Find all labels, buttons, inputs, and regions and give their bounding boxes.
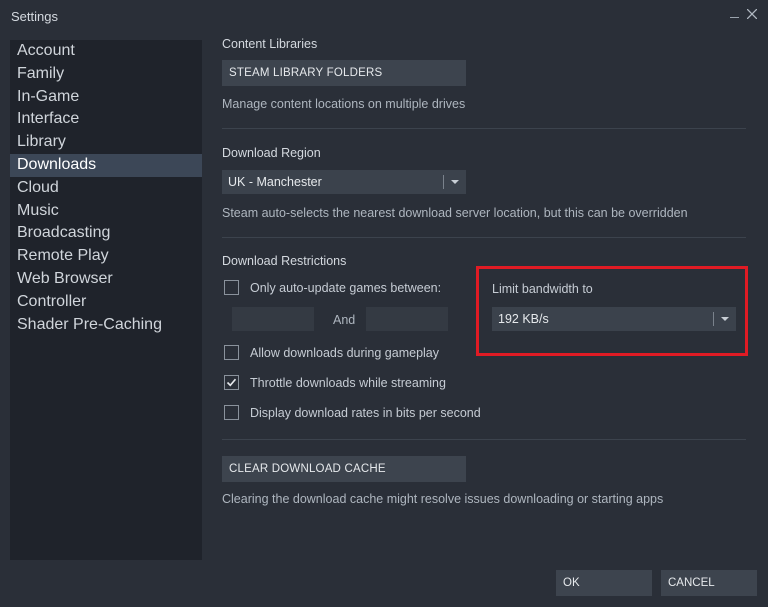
sidebar-item-controller[interactable]: Controller	[10, 291, 202, 314]
title-bar: Settings	[0, 0, 768, 32]
auto-update-start-time[interactable]	[232, 307, 314, 331]
content-libraries-heading: Content Libraries	[222, 37, 318, 51]
minimize-button[interactable]	[726, 6, 742, 22]
window-title: Settings	[11, 9, 58, 24]
sidebar-item-family[interactable]: Family	[10, 63, 202, 86]
auto-update-checkbox[interactable]	[224, 280, 239, 295]
bits-label: Display download rates in bits per secon…	[250, 406, 481, 420]
and-label: And	[333, 313, 356, 327]
download-region-description: Steam auto-selects the nearest download …	[222, 206, 688, 220]
select-divider	[443, 175, 444, 189]
ok-button[interactable]: OK	[556, 570, 652, 596]
chevron-down-icon	[451, 180, 459, 184]
close-button[interactable]	[744, 6, 760, 22]
sidebar-item-remote-play[interactable]: Remote Play	[10, 245, 202, 268]
highlight-box	[476, 266, 748, 356]
download-region-value: UK - Manchester	[228, 175, 322, 189]
sidebar-item-cloud[interactable]: Cloud	[10, 177, 202, 200]
allow-gameplay-label: Allow downloads during gameplay	[250, 346, 440, 360]
throttle-checkbox[interactable]	[224, 375, 239, 390]
download-restrictions-heading: Download Restrictions	[222, 254, 347, 268]
content-libraries-description: Manage content locations on multiple dri…	[222, 97, 466, 111]
sidebar-item-account[interactable]: Account	[10, 40, 202, 63]
sidebar-item-in-game[interactable]: In-Game	[10, 86, 202, 109]
checkmark-icon	[226, 378, 237, 387]
bits-checkbox[interactable]	[224, 405, 239, 420]
sidebar-item-shader-pre-caching[interactable]: Shader Pre-Caching	[10, 314, 202, 337]
sidebar-item-interface[interactable]: Interface	[10, 108, 202, 131]
clear-download-cache-button[interactable]: CLEAR DOWNLOAD CACHE	[222, 456, 466, 482]
sidebar-item-downloads[interactable]: Downloads	[10, 153, 202, 177]
minimize-icon	[729, 17, 739, 18]
sidebar-item-music[interactable]: Music	[10, 200, 202, 223]
sidebar-item-web-browser[interactable]: Web Browser	[10, 268, 202, 291]
download-region-select[interactable]: UK - Manchester	[222, 170, 466, 194]
close-icon	[747, 9, 757, 19]
settings-sidebar: Account Family In-Game Interface Library…	[10, 40, 202, 560]
auto-update-end-time[interactable]	[366, 307, 448, 331]
section-divider	[222, 237, 746, 238]
cancel-button[interactable]: CANCEL	[661, 570, 757, 596]
section-divider	[222, 128, 746, 129]
cache-description: Clearing the download cache might resolv…	[222, 492, 664, 506]
section-divider	[222, 439, 746, 440]
throttle-label: Throttle downloads while streaming	[250, 376, 446, 390]
steam-library-folders-button[interactable]: STEAM LIBRARY FOLDERS	[222, 60, 466, 86]
allow-gameplay-checkbox[interactable]	[224, 345, 239, 360]
download-region-heading: Download Region	[222, 146, 321, 160]
sidebar-item-broadcasting[interactable]: Broadcasting	[10, 222, 202, 245]
auto-update-label: Only auto-update games between:	[250, 281, 442, 295]
sidebar-item-library[interactable]: Library	[10, 131, 202, 154]
